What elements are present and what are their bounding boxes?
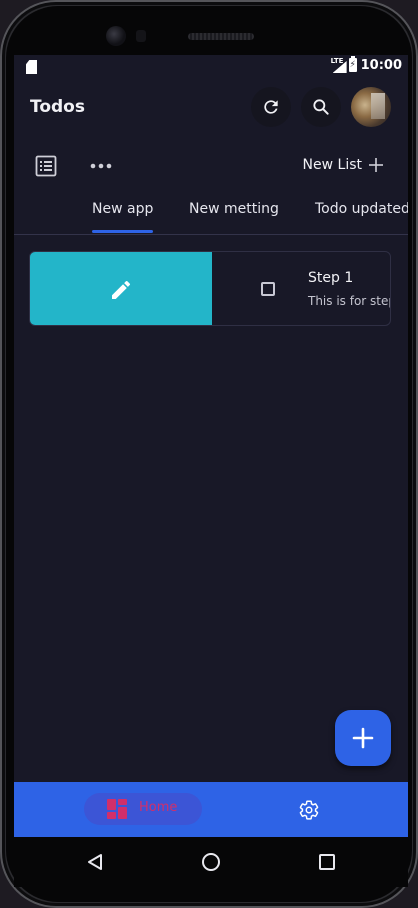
todo-title: Step 1 xyxy=(308,270,354,286)
nav-item-settings[interactable] xyxy=(297,798,321,822)
tab-new-metting[interactable]: New metting xyxy=(189,201,279,217)
new-list-label: New List xyxy=(302,157,362,173)
front-camera xyxy=(106,26,126,46)
app-bar: Todos xyxy=(14,81,408,137)
list-tabs: New app New metting Todo updated xyxy=(14,191,408,235)
status-right: LTE 10:00 xyxy=(330,56,402,73)
new-list-button[interactable]: New List xyxy=(303,157,384,173)
more-horizontal-icon[interactable] xyxy=(90,163,112,169)
tab-todo-updated[interactable]: Todo updated xyxy=(315,201,408,217)
list-toolbar: New List xyxy=(14,147,408,187)
app-screen: LTE 10:00 Todos xyxy=(14,55,408,837)
battery-icon xyxy=(348,56,357,72)
search-icon xyxy=(313,99,329,115)
system-recents-button[interactable] xyxy=(316,851,338,873)
bottom-navigation: Home xyxy=(14,782,408,837)
network-label: LTE xyxy=(330,57,344,65)
plus-icon xyxy=(369,158,383,172)
gear-icon xyxy=(299,800,319,820)
earpiece-speaker xyxy=(188,33,254,40)
system-home-button[interactable] xyxy=(200,851,222,873)
phone-frame: LTE 10:00 Todos xyxy=(0,0,418,908)
avatar[interactable] xyxy=(351,87,391,127)
system-navigation-bar xyxy=(14,837,408,887)
home-circle-icon xyxy=(202,853,220,871)
tab-new-app[interactable]: New app xyxy=(92,201,154,233)
sd-card-icon xyxy=(26,60,37,74)
recents-square-icon xyxy=(319,854,335,870)
status-time: 10:00 xyxy=(360,57,402,73)
dashboard-icon xyxy=(107,799,127,819)
todo-description: This is for step 1. xyxy=(308,294,390,308)
add-todo-button[interactable] xyxy=(335,710,391,766)
todo-item[interactable]: Step 1 This is for step 1. xyxy=(29,251,391,326)
lte-signal-icon: LTE xyxy=(330,57,347,73)
list-view-icon[interactable] xyxy=(34,154,58,178)
status-bar: LTE 10:00 xyxy=(14,55,408,81)
nav-item-home[interactable]: Home xyxy=(84,793,202,825)
system-back-button[interactable] xyxy=(84,851,106,873)
refresh-button[interactable] xyxy=(251,87,291,127)
refresh-icon xyxy=(264,100,278,114)
edit-pencil-icon xyxy=(112,280,131,299)
back-triangle-icon xyxy=(88,854,102,870)
plus-icon xyxy=(352,727,374,749)
todo-checkbox[interactable] xyxy=(261,282,275,296)
camera-sensor xyxy=(136,30,146,42)
page-title: Todos xyxy=(30,97,85,117)
search-button[interactable] xyxy=(301,87,341,127)
nav-home-label: Home xyxy=(139,800,178,815)
swipe-edit-action[interactable] xyxy=(30,252,212,325)
